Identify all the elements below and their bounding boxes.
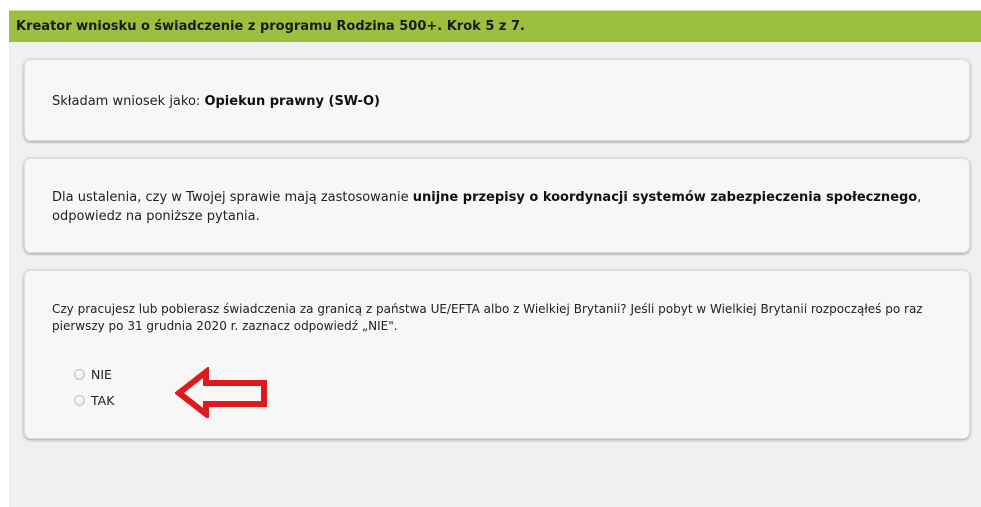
arrow-outline [175, 367, 267, 418]
wizard-title: Kreator wniosku o świadczenie z programu… [16, 19, 525, 34]
wizard-header: Kreator wniosku o świadczenie z programu… [9, 10, 981, 42]
info-bold: unijne przepisy o koordynacji systemów z… [412, 190, 918, 205]
applicant-card: Składam wniosek jako: Opiekun prawny (SW… [24, 59, 970, 141]
question-card: Czy pracujesz lub pobierasz świadczenia … [24, 270, 970, 439]
left-arrow-icon [175, 367, 267, 418]
radio-tak[interactable] [74, 394, 85, 406]
radio-label-nie: NIE [91, 366, 112, 382]
applicant-role: Opiekun prawny (SW-O) [204, 94, 380, 109]
question-text: Czy pracujesz lub pobierasz świadczenia … [52, 302, 923, 333]
applicant-prefix: Składam wniosek jako: [52, 94, 205, 109]
radio-option-nie[interactable]: NIE [74, 365, 112, 383]
radio-label-tak: TAK [91, 392, 115, 408]
wizard-frame: Kreator wniosku o świadczenie z programu… [9, 10, 981, 507]
info-card: Dla ustalenia, czy w Twojej sprawie mają… [24, 158, 970, 253]
applicant-text: Składam wniosek jako: Opiekun prawny (SW… [52, 93, 949, 110]
radio-option-tak[interactable]: TAK [74, 391, 114, 409]
info-part1: Dla ustalenia, czy w Twojej sprawie mają… [52, 190, 413, 205]
radio-nie[interactable] [74, 368, 85, 380]
info-text: Dla ustalenia, czy w Twojej sprawie mają… [52, 188, 949, 226]
